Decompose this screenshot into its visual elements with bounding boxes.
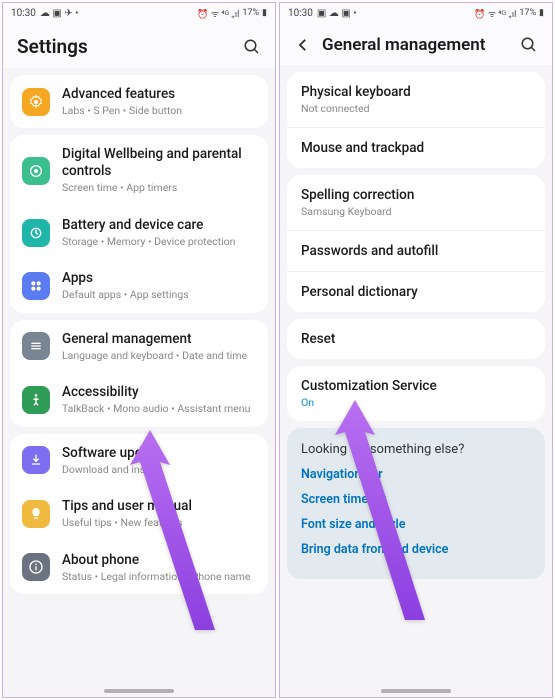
status-time: 10:30 [11, 8, 36, 19]
item-subtitle: Not connected [301, 102, 531, 115]
item-general-management[interactable]: General management Language and keyboard… [10, 320, 268, 373]
accessibility-icon [22, 386, 50, 414]
item-title: Digital Wellbeing and parental controls [62, 146, 256, 180]
item-title: Software update [62, 445, 256, 462]
item-subtitle: Download and install [62, 464, 256, 477]
status-icons-left: ☁ ▣ ✈ • [40, 8, 79, 19]
settings-list[interactable]: Advanced features Labs • S Pen • Side bu… [3, 68, 275, 697]
item-title: Passwords and autofill [301, 243, 531, 259]
item-subtitle: Samsung Keyboard [301, 205, 531, 218]
suggestion-link[interactable]: Navigation bar [301, 467, 531, 482]
item-title: General management [62, 331, 256, 348]
battery-care-icon [22, 219, 50, 247]
item-title: Physical keyboard [301, 84, 531, 100]
lightbulb-icon [22, 500, 50, 528]
item-title: Advanced features [62, 86, 256, 103]
item-subtitle: TalkBack • Mono audio • Assistant menu [62, 403, 256, 416]
item-mouse-trackpad[interactable]: Mouse and trackpad [287, 127, 545, 168]
item-title: Mouse and trackpad [301, 140, 531, 156]
battery-icon: ▮ [262, 8, 267, 18]
item-advanced-features[interactable]: Advanced features Labs • S Pen • Side bu… [10, 75, 268, 128]
item-accessibility[interactable]: Accessibility TalkBack • Mono audio • As… [10, 373, 268, 426]
status-icons-right: ⏰ ᯤ ⁴ᴳ ₊ıl [474, 7, 516, 20]
battery-icon: ▮ [539, 8, 544, 18]
item-customization-service[interactable]: Customization Service On [287, 366, 545, 421]
item-digital-wellbeing[interactable]: Digital Wellbeing and parental controls … [10, 135, 268, 205]
gear-icon [22, 88, 50, 116]
item-subtitle: Default apps • App settings [62, 289, 256, 302]
item-personal-dictionary[interactable]: Personal dictionary [287, 271, 545, 312]
general-management-screen: 10:30 ▣ ☁ ▣ • ⏰ ᯤ ⁴ᴳ ₊ıl 17% ▮ General m… [279, 2, 553, 698]
item-subtitle: On [301, 396, 531, 409]
page-title: Settings [17, 35, 233, 58]
item-software-update[interactable]: Software update Download and install [10, 434, 268, 487]
suggestion-link[interactable]: Bring data from old device [301, 542, 531, 557]
page-title: General management [322, 35, 510, 55]
settings-screen: 10:30 ☁ ▣ ✈ • ⏰ ᯤ ⁴ᴳ ₊ıl 17% ▮ Settings … [2, 2, 276, 698]
status-icons-right: ⏰ ᯤ ⁴ᴳ ₊ıl [197, 7, 239, 20]
item-title: Battery and device care [62, 217, 256, 234]
management-icon [22, 332, 50, 360]
item-title: Accessibility [62, 384, 256, 401]
item-physical-keyboard[interactable]: Physical keyboard Not connected [287, 72, 545, 127]
home-indicator[interactable] [381, 689, 451, 693]
status-time: 10:30 [288, 8, 313, 19]
item-reset[interactable]: Reset [287, 319, 545, 359]
status-bar: 10:30 ▣ ☁ ▣ • ⏰ ᯤ ⁴ᴳ ₊ıl 17% ▮ [280, 3, 552, 23]
home-indicator[interactable] [104, 689, 174, 693]
info-icon [22, 553, 50, 581]
suggestion-link[interactable]: Screen timeout [301, 492, 531, 507]
search-icon[interactable] [520, 36, 538, 54]
update-icon [22, 446, 50, 474]
item-subtitle: Status • Legal information • Phone name [62, 571, 256, 584]
status-battery: 17% [242, 8, 259, 18]
item-title: About phone [62, 552, 256, 569]
item-tips[interactable]: Tips and user manual Useful tips • New f… [10, 487, 268, 540]
search-icon[interactable] [243, 38, 261, 56]
back-icon[interactable] [294, 36, 312, 54]
header: General management [280, 23, 552, 65]
item-subtitle: Useful tips • New features [62, 517, 256, 530]
header: Settings [3, 23, 275, 68]
item-title: Customization Service [301, 378, 531, 394]
suggestion-link[interactable]: Font size and style [301, 517, 531, 532]
item-subtitle: Screen time • App timers [62, 182, 256, 195]
item-title: Tips and user manual [62, 498, 256, 515]
item-passwords-autofill[interactable]: Passwords and autofill [287, 230, 545, 271]
item-spelling-correction[interactable]: Spelling correction Samsung Keyboard [287, 175, 545, 230]
item-title: Reset [301, 331, 531, 347]
status-icons-left: ▣ ☁ ▣ • [317, 8, 357, 19]
wellbeing-icon [22, 157, 50, 185]
item-title: Apps [62, 270, 256, 287]
general-management-list[interactable]: Physical keyboard Not connected Mouse an… [280, 65, 552, 697]
suggestions-box: Looking for something else? Navigation b… [287, 428, 545, 579]
item-apps[interactable]: Apps Default apps • App settings [10, 259, 268, 312]
status-bar: 10:30 ☁ ▣ ✈ • ⏰ ᯤ ⁴ᴳ ₊ıl 17% ▮ [3, 3, 275, 23]
item-about-phone[interactable]: About phone Status • Legal information •… [10, 541, 268, 594]
item-subtitle: Storage • Memory • Device protection [62, 236, 256, 249]
item-title: Spelling correction [301, 187, 531, 203]
item-subtitle: Labs • S Pen • Side button [62, 105, 256, 118]
suggestions-heading: Looking for something else? [301, 442, 531, 457]
item-battery-care[interactable]: Battery and device care Storage • Memory… [10, 206, 268, 259]
apps-icon [22, 272, 50, 300]
item-title: Personal dictionary [301, 284, 531, 300]
status-battery: 17% [519, 8, 536, 18]
item-subtitle: Language and keyboard • Date and time [62, 350, 256, 363]
